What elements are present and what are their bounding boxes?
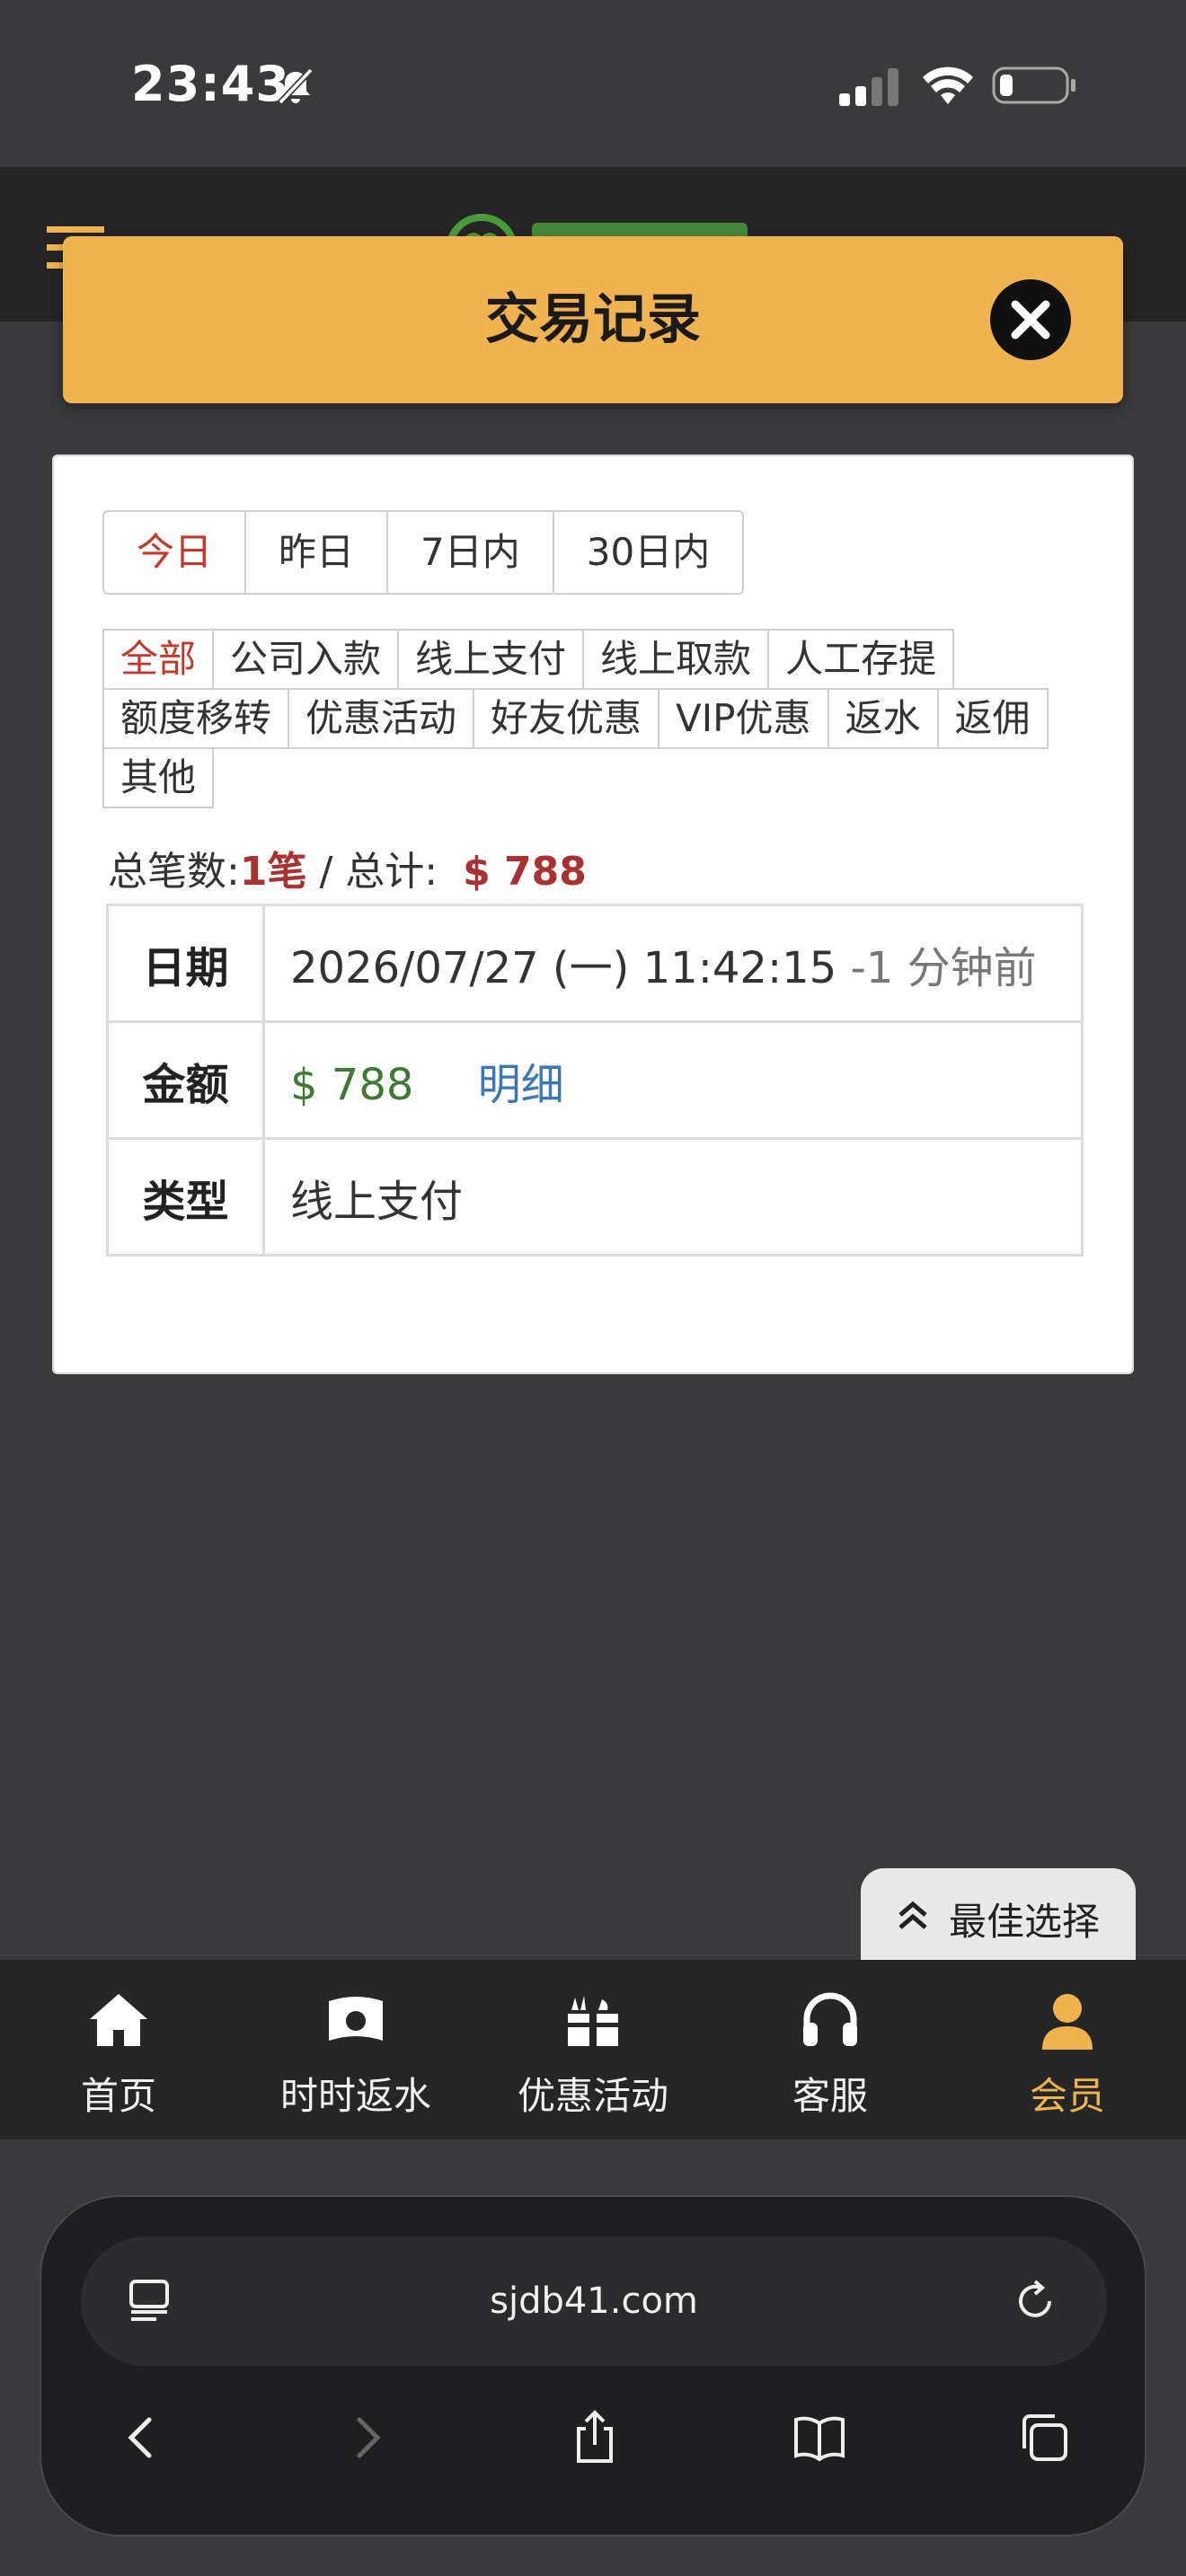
type-value: 线上支付 — [262, 1137, 1084, 1257]
date-ago: -1 分钟前 — [850, 942, 1037, 993]
date-label: 日期 — [106, 904, 265, 1023]
filter-other[interactable]: 其他 — [102, 747, 215, 808]
amount-label: 金额 — [106, 1020, 265, 1140]
type-label: 类型 — [106, 1137, 265, 1257]
filter-rebate[interactable]: 返水 — [827, 688, 939, 749]
filter-company-deposit[interactable]: 公司入款 — [212, 629, 400, 690]
filter-credit-transfer[interactable]: 额度移转 — [102, 688, 290, 749]
banknote-icon — [329, 1997, 383, 2041]
browser-bar: sjdb41.com — [40, 2195, 1146, 2536]
detail-link[interactable]: 明细 — [478, 1060, 564, 1110]
close-button[interactable] — [990, 279, 1071, 360]
nav-member-label: 会员 — [1029, 2074, 1105, 2118]
date-cell: 2026/07/27 (一) 11:42:15 -1 分钟前 — [262, 904, 1084, 1023]
back-icon[interactable] — [113, 2409, 171, 2466]
filter-online-withdrawal[interactable]: 线上取款 — [582, 629, 770, 690]
bell-muted-icon — [278, 67, 314, 105]
nav-rebate-label: 时时返水 — [279, 2074, 431, 2118]
status-time: 23:43 — [131, 56, 290, 112]
gift-icon — [566, 1996, 620, 2046]
nav-rebate[interactable]: 时时返水 — [248, 1960, 464, 2139]
browser-toolbar: sjdb41.com — [0, 2139, 1186, 2576]
nav-promotions[interactable]: 优惠活动 — [485, 1960, 701, 2139]
modal-body: 今日 昨日 7日内 30日内 全部 公司入款 线上支付 线上取款 人工存提 额度… — [52, 454, 1134, 1374]
date-tabs: 今日 昨日 7日内 30日内 — [102, 510, 745, 595]
home-icon — [90, 1994, 147, 2046]
tab-7-days[interactable]: 7日内 — [388, 512, 554, 593]
count-label: 总笔数: — [108, 849, 240, 895]
forward-icon[interactable] — [338, 2409, 395, 2466]
summary: 总笔数:1笔 / 总计: $ 788 — [108, 839, 587, 896]
url-text: sjdb41.com — [490, 2280, 698, 2322]
record-table: 日期 2026/07/27 (一) 11:42:15 -1 分钟前 金额 $ 7… — [106, 904, 1084, 1257]
total-label: 总计: — [345, 849, 438, 895]
headset-icon — [803, 1992, 857, 2046]
table-row: 类型 线上支付 — [106, 1137, 1084, 1257]
bottom-nav: 首页 时时返水 优惠活动 客服 会员 — [0, 1960, 1186, 2139]
amount-value: $ 788 — [290, 1059, 414, 1110]
filter-all[interactable]: 全部 — [102, 629, 215, 690]
nav-support-label: 客服 — [792, 2074, 868, 2118]
status-bar: 23:43 — [0, 0, 1186, 167]
tab-30-days[interactable]: 30日内 — [553, 512, 743, 593]
total-value: $ 788 — [463, 849, 587, 895]
address-bar[interactable]: sjdb41.com — [81, 2236, 1107, 2366]
nav-support[interactable]: 客服 — [722, 1960, 938, 2139]
summary-separator: / — [306, 849, 346, 895]
tab-yesterday[interactable]: 昨日 — [246, 512, 389, 593]
nav-promotions-label: 优惠活动 — [517, 2074, 668, 2118]
table-row: 日期 2026/07/27 (一) 11:42:15 -1 分钟前 — [106, 904, 1084, 1023]
filter-vip-bonus[interactable]: VIP优惠 — [658, 688, 829, 749]
wifi-icon — [923, 66, 973, 104]
tabs-icon[interactable] — [1015, 2409, 1073, 2466]
amount-cell: $ 788 明细 — [262, 1020, 1084, 1140]
table-row: 金额 $ 788 明细 — [106, 1020, 1084, 1140]
nav-member[interactable]: 会员 — [960, 1960, 1175, 2139]
count-value: 1笔 — [239, 849, 307, 895]
share-icon[interactable] — [566, 2409, 624, 2466]
double-chevron-up-icon — [898, 1901, 927, 1929]
nav-home[interactable]: 首页 — [11, 1960, 226, 2139]
bookmarks-icon[interactable] — [791, 2409, 848, 2466]
tab-today[interactable]: 今日 — [104, 512, 247, 593]
filter-manual[interactable]: 人工存提 — [767, 629, 955, 690]
signal-icon — [839, 68, 898, 106]
date-value: 2026/07/27 (一) 11:42:15 — [290, 942, 837, 993]
reload-icon[interactable] — [1010, 2276, 1060, 2326]
type-filters: 全部 公司入款 线上支付 线上取款 人工存提 额度移转 优惠活动 好友优惠 VI… — [102, 629, 1109, 808]
filter-promotions[interactable]: 优惠活动 — [288, 688, 475, 749]
best-choice-button[interactable]: 最佳选择 — [861, 1868, 1136, 1962]
filter-online-payment[interactable]: 线上支付 — [397, 629, 585, 690]
modal-header: 交易记录 — [63, 236, 1123, 403]
close-icon — [1011, 300, 1050, 340]
user-icon — [1042, 1994, 1093, 2050]
filter-commission[interactable]: 返佣 — [936, 688, 1049, 749]
nav-home-label: 首页 — [80, 2074, 156, 2118]
battery-icon — [992, 66, 1075, 104]
filter-friend-bonus[interactable]: 好友优惠 — [473, 688, 660, 749]
modal-title: 交易记录 — [485, 288, 701, 351]
best-choice-label: 最佳选择 — [949, 1900, 1101, 1944]
